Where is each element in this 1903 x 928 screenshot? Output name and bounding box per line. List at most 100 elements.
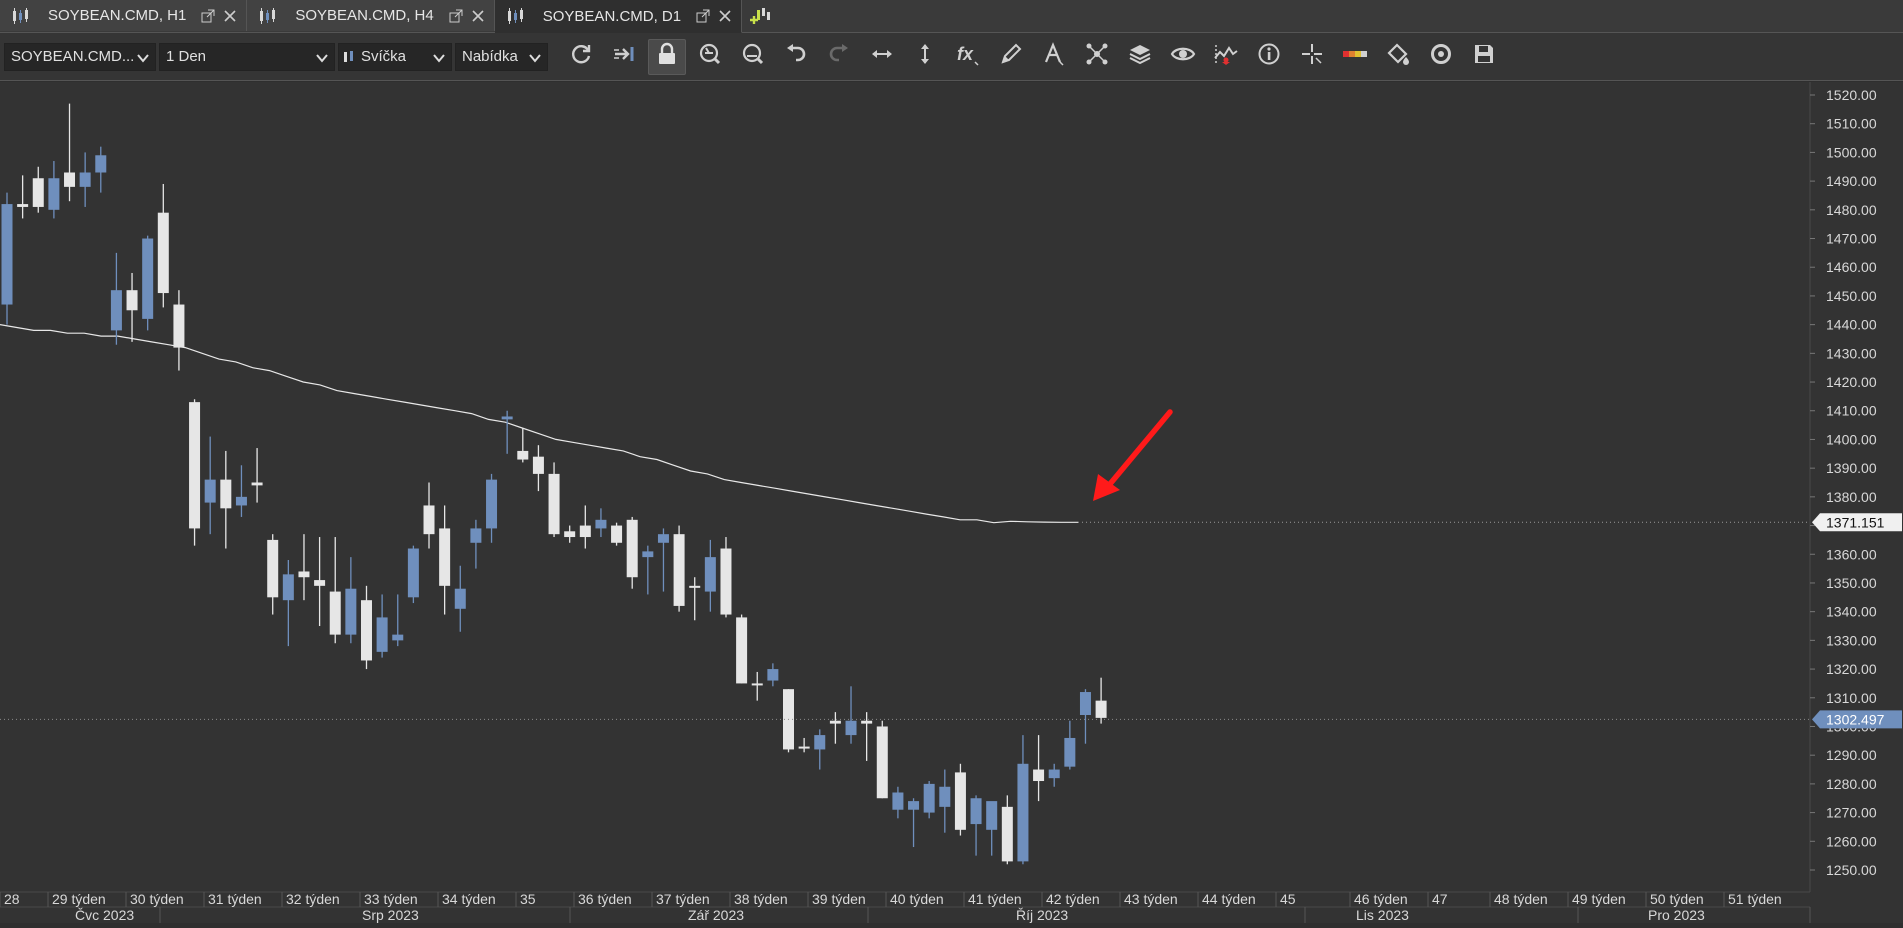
chart-type-value: Svíčka (361, 48, 407, 65)
candle-body (282, 574, 294, 601)
signals-button[interactable] (1207, 39, 1245, 75)
x-week-label: 31 týden (208, 891, 262, 907)
x-week-label: 33 týden (364, 891, 418, 907)
fill-button[interactable] (1379, 39, 1417, 75)
crosshair-button[interactable] (1293, 39, 1331, 75)
candle-body (1064, 737, 1076, 767)
chart-canvas[interactable]: 1520.00 1510.00 1500.00 1490.00 1480.00 1470.… (0, 82, 1903, 923)
candle-body (829, 720, 841, 724)
candle-type-icon (343, 49, 355, 65)
close-icon[interactable] (470, 8, 486, 24)
y-tick-label: 1420.00 (1826, 374, 1877, 390)
template-button[interactable] (1422, 39, 1460, 75)
redo-button[interactable] (820, 39, 858, 75)
save-button[interactable] (1465, 39, 1503, 75)
detach-icon[interactable] (200, 8, 216, 24)
refresh-icon (569, 42, 593, 71)
detach-icon[interactable] (695, 8, 711, 24)
chart-type-select[interactable]: Svíčka (338, 42, 452, 71)
layers-button[interactable] (1121, 39, 1159, 75)
objects-button[interactable] (1078, 39, 1116, 75)
horizontal-scale-button[interactable] (863, 39, 901, 75)
candle-body (126, 290, 138, 311)
indicators-button[interactable]: fx (949, 39, 987, 75)
detach-icon[interactable] (448, 8, 464, 24)
tab-label: SOYBEAN.CMD, H1 (48, 7, 187, 24)
x-week-label: 49 týden (1572, 891, 1626, 907)
vertical-resize-icon (913, 42, 937, 71)
drawing-button[interactable] (992, 39, 1030, 75)
price-chart[interactable]: 1520.00 1510.00 1500.00 1490.00 1480.00 1470.… (0, 82, 1903, 923)
x-week-label: 39 týden (812, 891, 866, 907)
x-week-label: 29 týden (52, 891, 106, 907)
close-icon[interactable] (222, 8, 238, 24)
candle-body (486, 479, 498, 529)
y-tick-label: 1470.00 (1826, 231, 1877, 247)
x-week-label: 34 týden (442, 891, 496, 907)
tab-soybean-h1[interactable]: SOYBEAN.CMD, H1 (0, 0, 248, 31)
candle-body (235, 496, 247, 506)
visibility-button[interactable] (1164, 39, 1202, 75)
y-tick-label: 1280.00 (1826, 776, 1877, 792)
candle-body (908, 801, 920, 810)
text-tool-icon (1042, 42, 1066, 71)
save-icon (1472, 42, 1496, 71)
undo-button[interactable] (777, 39, 815, 75)
candle-body (439, 528, 451, 586)
shift-chart-button[interactable] (605, 39, 643, 75)
candle-body (267, 539, 279, 598)
x-week-label: 42 týden (1046, 891, 1100, 907)
candle-body (657, 534, 669, 543)
refresh-button[interactable] (562, 39, 600, 75)
info-button[interactable] (1250, 39, 1288, 75)
candle-body (1095, 700, 1107, 718)
x-week-label: 36 týden (578, 891, 632, 907)
y-tick-label: 1490.00 (1826, 173, 1877, 189)
candle-body (1017, 763, 1029, 862)
candle-body (939, 786, 951, 807)
add-chart-icon[interactable] (742, 0, 778, 32)
y-tick-label: 1340.00 (1826, 604, 1877, 620)
symbol-value: SOYBEAN.CMD... (11, 48, 135, 65)
x-week-label: 40 týden (890, 891, 944, 907)
chevron-down-icon (316, 51, 328, 68)
timeframe-select[interactable]: 1 Den (159, 42, 335, 71)
tab-soybean-d1[interactable]: SOYBEAN.CMD, D1 (494, 0, 743, 33)
candle-body (189, 402, 201, 529)
candle (783, 689, 794, 753)
candle-body (704, 557, 716, 592)
chart-toolbar: SOYBEAN.CMD... 1 Den Svíčka Nabídka fx (0, 33, 1903, 81)
text-button[interactable] (1035, 39, 1073, 75)
candle-body (251, 482, 263, 486)
timeframe-value: 1 Den (166, 48, 207, 65)
close-icon[interactable] (717, 8, 733, 24)
info-icon (1257, 42, 1281, 71)
x-week-label: 45 (1280, 891, 1296, 907)
signals-icon (1213, 42, 1239, 71)
zoom-out-button[interactable] (734, 39, 772, 75)
vertical-scale-button[interactable] (906, 39, 944, 75)
x-month-label: Pro 2023 (1648, 907, 1705, 923)
price-side-select[interactable]: Nabídka (455, 42, 548, 71)
x-week-label: 44 týden (1202, 891, 1256, 907)
candle-body (48, 178, 60, 210)
color-scale-button[interactable] (1336, 39, 1374, 75)
tab-soybean-h4[interactable]: SOYBEAN.CMD, H4 (247, 0, 495, 31)
candle (673, 525, 685, 612)
candle (189, 399, 201, 546)
candle-body (845, 720, 857, 736)
x-week-label: 41 týden (968, 891, 1022, 907)
candle-body (689, 585, 701, 588)
candle-body (345, 588, 357, 635)
pencil-icon (999, 42, 1023, 71)
zoom-in-button[interactable] (691, 39, 729, 75)
shift-chart-icon (612, 42, 636, 71)
candle-body (392, 634, 404, 641)
candle-body (298, 571, 310, 578)
candle-body (470, 528, 482, 543)
zoom-in-icon (698, 42, 722, 71)
candle-body (64, 172, 76, 187)
zoom-out-icon (741, 42, 765, 71)
lock-button[interactable] (648, 38, 686, 75)
symbol-select[interactable]: SOYBEAN.CMD... (4, 42, 156, 71)
